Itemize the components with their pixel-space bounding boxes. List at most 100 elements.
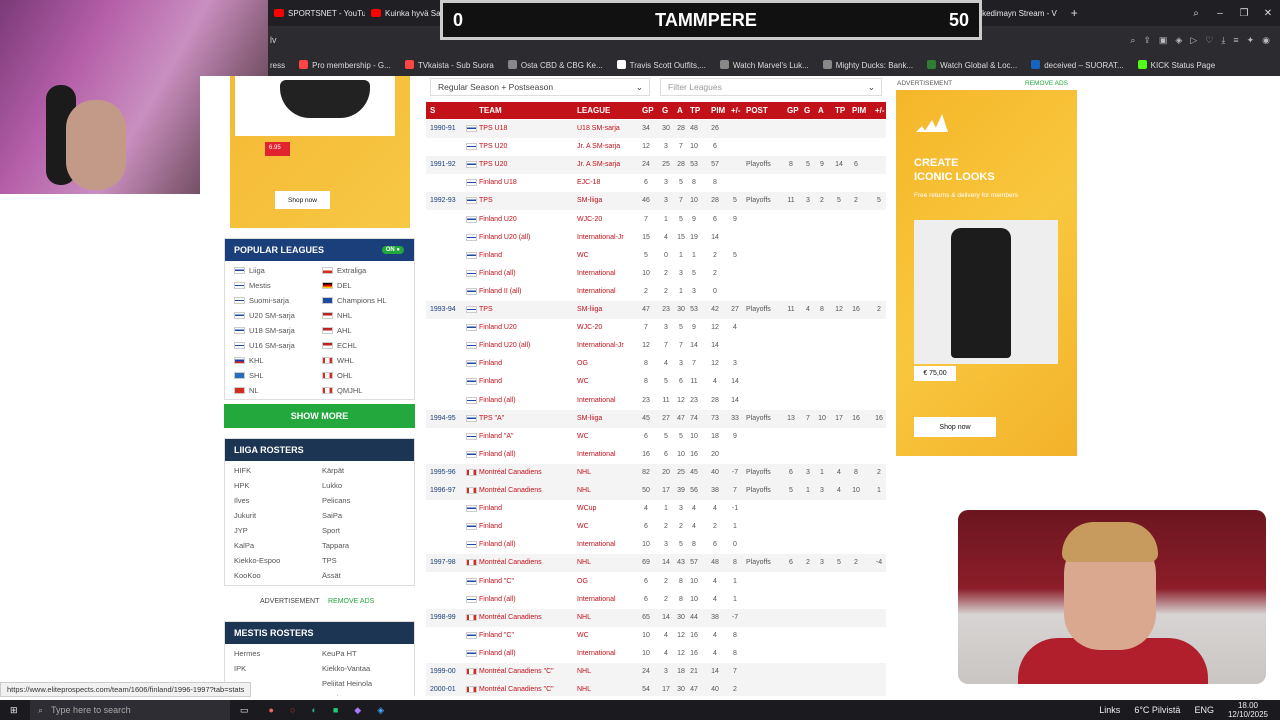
table-header-cell[interactable]: A (818, 106, 824, 115)
cell-league[interactable]: International (577, 596, 616, 603)
league-link[interactable]: KHL (234, 355, 322, 365)
filter-leagues-select[interactable]: Filter Leagues ⌄ (660, 78, 882, 96)
address-text[interactable]: lv (270, 35, 277, 45)
download-icon[interactable]: ⤓ (1221, 35, 1225, 46)
table-header-cell[interactable]: GP (787, 106, 799, 115)
cell-team[interactable]: Finland (479, 505, 502, 512)
cell-league[interactable]: WCup (577, 505, 596, 512)
cell-team[interactable]: Finland "A" (479, 433, 514, 440)
cell-team[interactable]: TPS (479, 197, 493, 204)
roster-link[interactable]: Pelicans (322, 495, 410, 505)
app2-icon[interactable]: ■ (333, 705, 338, 715)
league-link[interactable]: OHL (322, 370, 410, 380)
weather-widget[interactable]: 6°C Pilvistä (1134, 705, 1180, 715)
cell-league[interactable]: OG (577, 360, 588, 367)
cell-league[interactable]: NHL (577, 469, 591, 476)
close-icon[interactable]: ✕ (1256, 8, 1280, 19)
cell-league[interactable]: NHL (577, 487, 591, 494)
cell-team[interactable]: Finland (all) (479, 541, 516, 548)
cell-league[interactable]: WC (577, 433, 589, 440)
roster-link[interactable]: HPK (234, 480, 322, 490)
cell-league[interactable]: Jr. A SM-sarja (577, 143, 620, 150)
table-header-cell[interactable]: PIM (852, 106, 866, 115)
cell-team[interactable]: Finland (479, 252, 502, 259)
table-header-cell[interactable]: TP (690, 106, 700, 115)
show-more-button[interactable]: SHOW MORE (224, 404, 415, 428)
roster-link[interactable]: Kiekko-Espoo (234, 555, 322, 565)
screenshot-icon[interactable]: ▣ (1159, 35, 1168, 46)
cell-team[interactable]: Finland II (all) (479, 288, 521, 295)
roster-link[interactable]: Sport (322, 525, 410, 535)
discord-icon[interactable]: ◆ (354, 705, 361, 716)
season-type-select[interactable]: Regular Season + Postseason ⌄ (430, 78, 650, 96)
league-link[interactable]: U20 SM-sarja (234, 310, 322, 320)
cell-team[interactable]: Montréal Canadiens (479, 487, 542, 494)
cell-team[interactable]: Finland (all) (479, 650, 516, 657)
cell-league[interactable]: International (577, 288, 616, 295)
heart-icon[interactable]: ♡ (1205, 35, 1213, 46)
table-header-cell[interactable]: GP (642, 106, 654, 115)
cell-team[interactable]: TPS U20 (479, 143, 507, 150)
puzzle-icon[interactable]: ✦ (1247, 35, 1255, 46)
roster-link[interactable]: HIFK (234, 465, 322, 475)
cell-team[interactable]: TPS U18 (479, 125, 507, 132)
roster-link[interactable]: Kärpät (322, 465, 410, 475)
cell-team[interactable]: TPS U20 (479, 161, 507, 168)
bookmark-item[interactable]: Pro membership - G... (299, 60, 391, 70)
cell-team[interactable]: Montréal Canadiens (479, 469, 542, 476)
league-link[interactable]: WHL (322, 355, 410, 365)
cell-team[interactable]: Montréal Canadiens "C" (479, 668, 554, 675)
cell-team[interactable]: Finland (all) (479, 397, 516, 404)
app-icon[interactable]: ● (269, 705, 274, 715)
cell-league[interactable]: SM-liiga (577, 415, 602, 422)
taskbar-search[interactable]: ⌕ Type here to search (30, 700, 230, 720)
table-header-cell[interactable]: +/- (875, 106, 885, 115)
roster-link[interactable]: Ilves (234, 495, 322, 505)
league-link[interactable]: DEL (322, 280, 410, 290)
table-header-cell[interactable]: POST (746, 106, 768, 115)
cell-team[interactable]: Finland U20 (479, 324, 517, 331)
opera-icon[interactable]: ○ (290, 705, 295, 715)
cell-league[interactable]: EJC-18 (577, 179, 600, 186)
cell-team[interactable]: TPS "A" (479, 415, 504, 422)
cell-team[interactable]: Finland U20 (all) (479, 234, 530, 241)
share-icon[interactable]: ⇪ (1143, 35, 1151, 46)
cell-league[interactable]: International (577, 270, 616, 277)
roster-link[interactable]: TPS (322, 555, 410, 565)
bookmark-item[interactable]: Watch Marvel's Luk... (719, 60, 809, 70)
table-header-cell[interactable]: TP (835, 106, 845, 115)
cell-league[interactable]: International (577, 541, 616, 548)
cell-team[interactable]: Finland (all) (479, 270, 516, 277)
cell-league[interactable]: SM-liiga (577, 197, 602, 204)
cell-league[interactable]: U18 SM-sarja (577, 125, 620, 132)
restore-icon[interactable]: ❐ (1232, 8, 1256, 19)
table-header-cell[interactable]: G (804, 106, 810, 115)
right-remove-ads[interactable]: REMOVE ADS (1025, 80, 1068, 87)
roster-link[interactable]: JYP (234, 525, 322, 535)
popular-toggle[interactable]: ON ● (381, 246, 404, 254)
cell-team[interactable]: Montréal Canadiens (479, 559, 542, 566)
edge-icon[interactable]: ◐ (311, 705, 316, 715)
top-left-ad[interactable]: 6.95 Shop now (230, 76, 410, 228)
roster-link[interactable]: Kiekko-Vantaa (322, 663, 410, 673)
cell-league[interactable]: NHL (577, 614, 591, 621)
right-ad[interactable]: CREATE ICONIC LOOKS Free returns & deliv… (896, 90, 1077, 456)
cell-league[interactable]: Jr. A SM-sarja (577, 161, 620, 168)
cell-team[interactable]: Finland "C" (479, 632, 514, 639)
search-icon[interactable]: ⌕ (1184, 8, 1208, 19)
league-link[interactable]: Champions HL (322, 295, 410, 305)
roster-link[interactable]: SaiPa (322, 510, 410, 520)
cell-league[interactable]: NHL (577, 686, 591, 693)
roster-link[interactable]: Ässät (322, 570, 410, 580)
cell-team[interactable]: Finland "C" (479, 578, 514, 585)
bookmark-item[interactable]: Osta CBD & CBG Ke... (507, 60, 603, 70)
bookmark-item[interactable]: TVkaista - Sub Suora (404, 60, 494, 70)
bookmark-item[interactable]: KICK Status Page (1137, 60, 1215, 70)
extension-icon[interactable]: ◈ (1175, 35, 1182, 46)
language-indicator[interactable]: ENG (1194, 705, 1214, 715)
cell-team[interactable]: Finland (all) (479, 451, 516, 458)
league-link[interactable]: NHL (322, 310, 410, 320)
league-link[interactable]: Suomi-sarja (234, 295, 322, 305)
roster-link[interactable]: Tappara (322, 540, 410, 550)
league-link[interactable]: Mestis (234, 280, 322, 290)
